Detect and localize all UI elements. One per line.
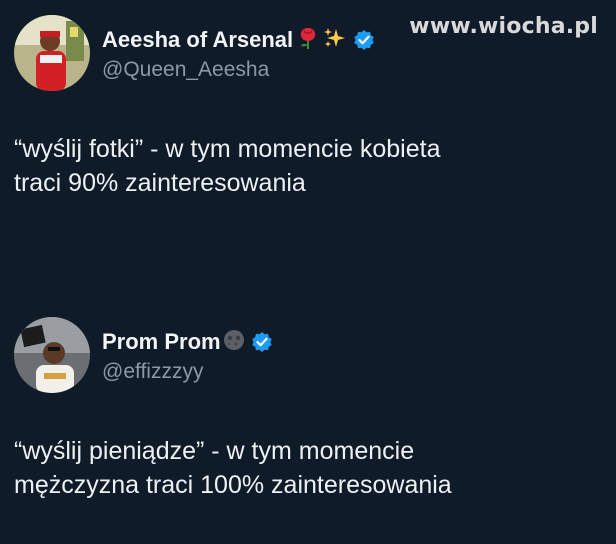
tweet-header: Aeesha of Arsenal @Queen_Aeesha	[14, 14, 604, 92]
tweet-card[interactable]: Aeesha of Arsenal @Queen_Aeesha “wyślij …	[14, 14, 604, 200]
user-handle[interactable]: @Queen_Aeesha	[102, 58, 375, 82]
display-name[interactable]: Aeesha of Arsenal	[102, 27, 293, 53]
tweet-card[interactable]: Prom Prom @effizzzyy “wyślij pieniądze” …	[14, 316, 604, 502]
user-handle[interactable]: @effizzzyy	[102, 360, 273, 384]
tweet-header: Prom Prom @effizzzyy	[14, 316, 604, 394]
tweet-text: “wyślij pieniądze” - w tym momencie mężc…	[14, 437, 452, 499]
rose-icon	[297, 26, 319, 55]
tweet-text: “wyślij fotki” - w tym momencie kobieta …	[14, 135, 441, 197]
verified-badge-icon	[353, 29, 375, 51]
name-block: Prom Prom @effizzzyy	[102, 326, 273, 384]
avatar[interactable]	[14, 15, 90, 91]
name-block: Aeesha of Arsenal @Queen_Aeesha	[102, 24, 375, 82]
avatar[interactable]	[14, 317, 90, 393]
moon-face-icon	[223, 329, 245, 356]
verified-badge-icon	[251, 331, 273, 353]
sparkles-icon	[323, 26, 347, 55]
display-name[interactable]: Prom Prom	[102, 329, 221, 355]
